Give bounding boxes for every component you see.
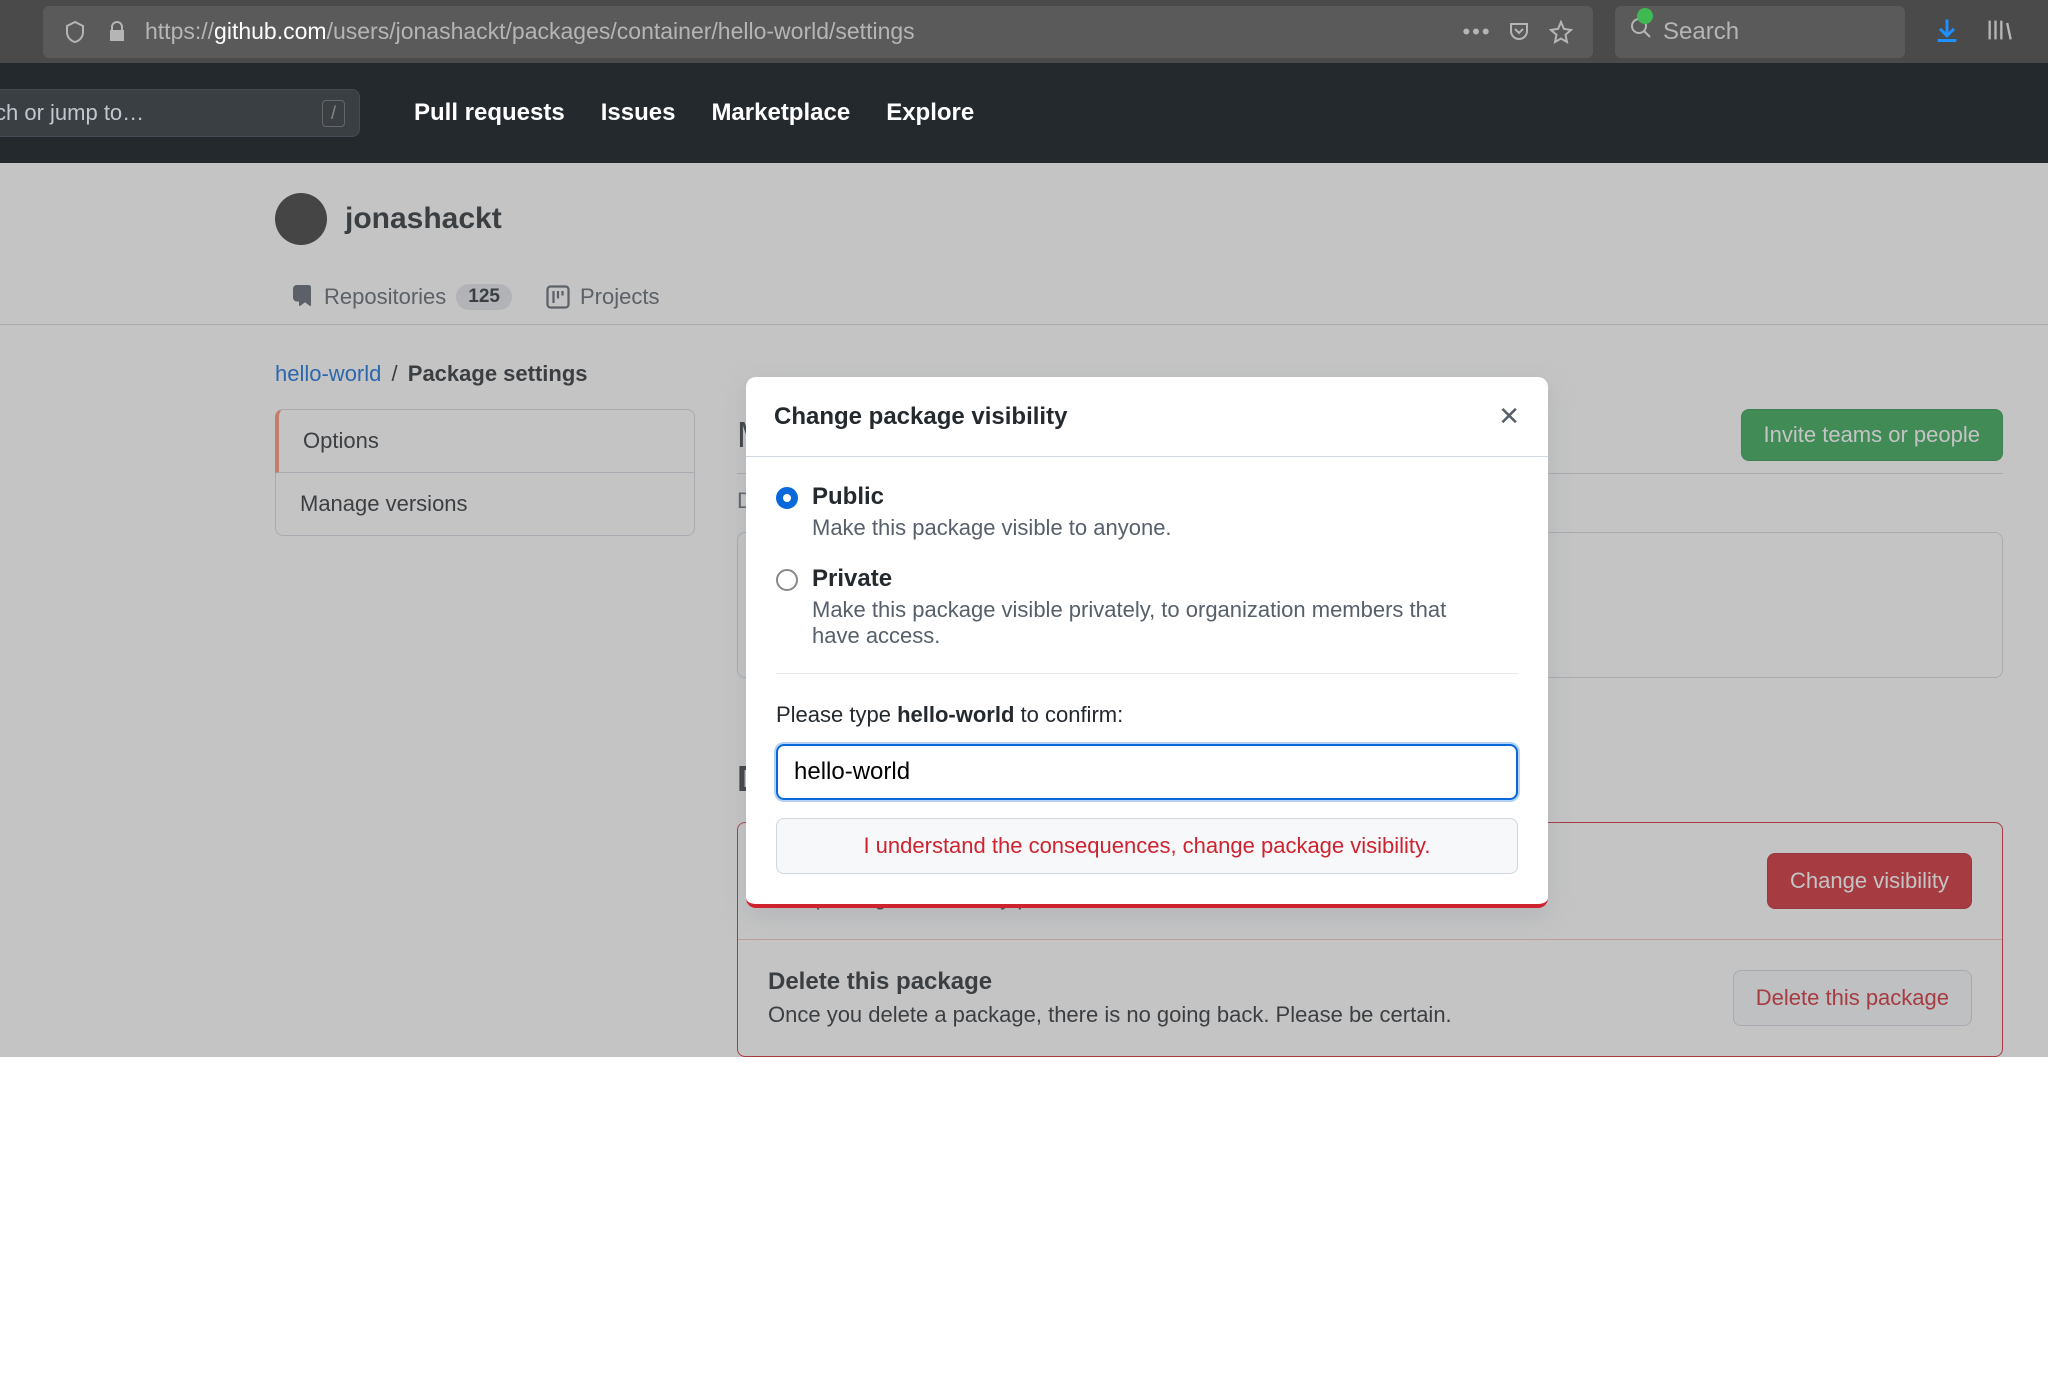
radio-public-label: Public	[812, 483, 1172, 511]
nav-pull-requests[interactable]: Pull requests	[414, 99, 565, 127]
tab-repositories-label: Repositories	[324, 284, 446, 310]
breadcrumb-package-link[interactable]: hello-world	[275, 361, 381, 386]
modal-divider	[776, 673, 1518, 674]
shield-icon	[61, 18, 89, 46]
close-icon[interactable]: ✕	[1498, 401, 1520, 432]
confirm-change-visibility-button[interactable]: I understand the consequences, change pa…	[776, 818, 1518, 874]
radio-private-desc: Make this package visible privately, to …	[812, 597, 1472, 649]
breadcrumb-current: Package settings	[408, 361, 588, 386]
confirm-prompt: Please type hello-world to confirm:	[776, 702, 1518, 728]
slash-key-hint: /	[322, 100, 345, 127]
profile-tabs: Repositories 125 Projects	[0, 269, 2048, 325]
tab-projects-label: Projects	[580, 284, 659, 310]
lock-icon	[103, 18, 131, 46]
pocket-icon[interactable]	[1505, 18, 1533, 46]
nav-marketplace[interactable]: Marketplace	[711, 99, 850, 127]
modal-title: Change package visibility	[774, 403, 1067, 431]
meatball-icon[interactable]: •••	[1463, 18, 1491, 46]
plus-badge-icon	[1637, 8, 1653, 24]
change-visibility-button[interactable]: Change visibility	[1767, 853, 1972, 909]
danger-delete-desc: Once you delete a package, there is no g…	[768, 1002, 1452, 1028]
star-icon[interactable]	[1547, 18, 1575, 46]
delete-package-button[interactable]: Delete this package	[1733, 970, 1972, 1026]
download-icon[interactable]	[1933, 16, 1961, 47]
avatar[interactable]	[275, 193, 327, 245]
project-icon	[546, 285, 570, 309]
browser-search[interactable]: Search	[1615, 6, 1905, 58]
tab-projects[interactable]: Projects	[546, 284, 659, 310]
radio-private-label: Private	[812, 565, 1472, 593]
radio-public-desc: Make this package visible to anyone.	[812, 515, 1172, 541]
github-top-nav: ch or jump to… / Pull requests Issues Ma…	[0, 63, 2048, 163]
repo-count-badge: 125	[456, 284, 512, 310]
browser-search-placeholder: Search	[1663, 18, 1739, 46]
sidebar-item-manage-versions[interactable]: Manage versions	[275, 473, 695, 536]
nav-issues[interactable]: Issues	[601, 99, 676, 127]
github-search-placeholder: ch or jump to…	[0, 100, 144, 126]
github-search[interactable]: ch or jump to… /	[0, 89, 360, 137]
danger-delete-title: Delete this package	[768, 968, 1452, 996]
repo-icon	[290, 285, 314, 309]
url-bar[interactable]: https://github.com/users/jonashackt/pack…	[43, 6, 1593, 58]
radio-private[interactable]: Private Make this package visible privat…	[776, 565, 1518, 649]
settings-sidebar: Options Manage versions	[275, 409, 695, 1057]
tab-repositories[interactable]: Repositories 125	[290, 284, 512, 310]
radio-public-indicator	[776, 487, 798, 509]
invite-button[interactable]: Invite teams or people	[1741, 409, 2003, 461]
nav-explore[interactable]: Explore	[886, 99, 974, 127]
confirm-input[interactable]	[776, 744, 1518, 800]
radio-private-indicator	[776, 569, 798, 591]
sidebar-item-options[interactable]: Options	[275, 409, 695, 473]
url-text: https://github.com/users/jonashackt/pack…	[145, 18, 1449, 45]
profile-username[interactable]: jonashackt	[345, 202, 502, 236]
visibility-modal: Change package visibility ✕ Public Make …	[746, 377, 1548, 908]
library-icon[interactable]	[1985, 16, 2013, 47]
radio-public[interactable]: Public Make this package visible to anyo…	[776, 483, 1518, 541]
browser-chrome: https://github.com/users/jonashackt/pack…	[0, 0, 2048, 63]
